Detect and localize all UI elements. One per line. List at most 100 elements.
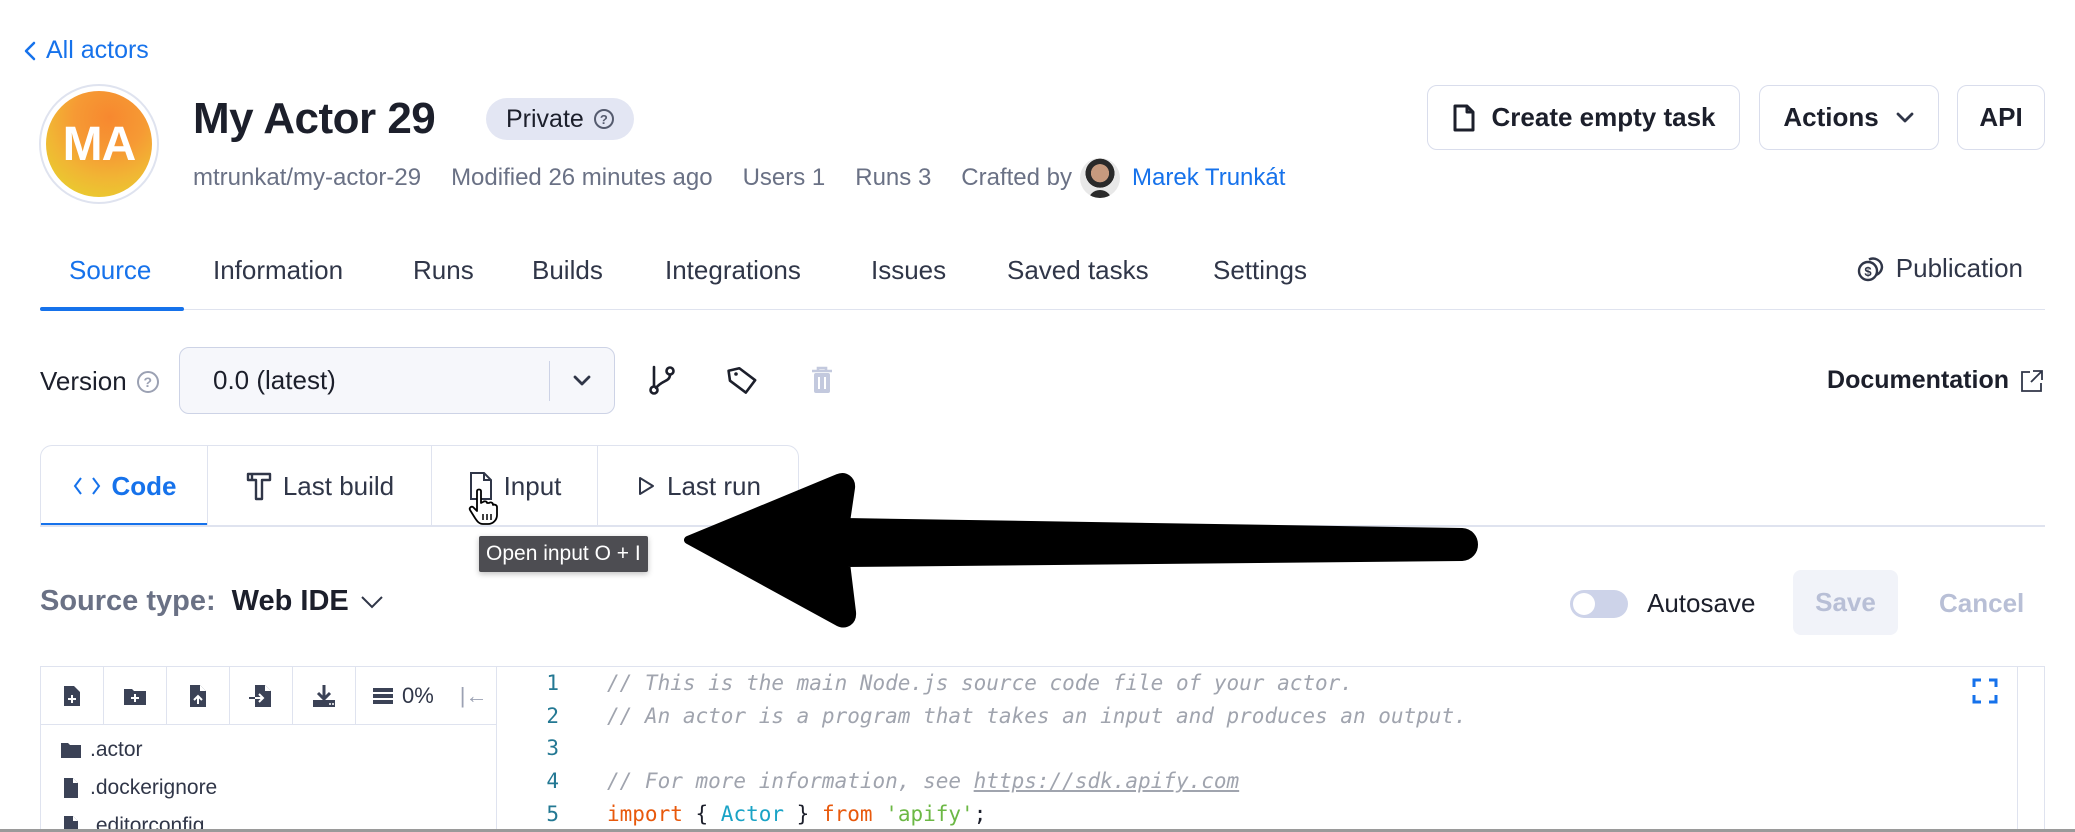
file-name: .actor (90, 738, 143, 761)
code-identifier: Actor (720, 802, 785, 826)
version-select-value: 0.0 (latest) (213, 365, 336, 395)
git-branch-icon[interactable] (642, 360, 682, 400)
back-to-all-actors-link[interactable]: All actors (22, 36, 149, 65)
tab-source[interactable]: Source (69, 255, 151, 286)
autosave-label: Autosave (1647, 588, 1756, 618)
code-keyword: import (607, 802, 683, 826)
trash-icon[interactable] (802, 360, 842, 400)
cancel-button[interactable]: Cancel (1939, 588, 2024, 619)
tab-integrations[interactable]: Integrations (665, 255, 801, 286)
autosave-toggle[interactable] (1570, 590, 1628, 618)
file-import-icon (249, 684, 271, 707)
main-tabs: Source Information Runs Builds Integrati… (40, 243, 2045, 311)
help-icon[interactable]: ? (593, 109, 614, 129)
author-link[interactable]: Marek Trunkát (1132, 164, 1285, 192)
create-empty-task-label: Create empty task (1491, 102, 1716, 132)
tag-icon[interactable] (722, 360, 762, 400)
collapse-panel-icon[interactable]: |← (460, 667, 488, 724)
source-type-label: Source type: (40, 585, 216, 617)
list-icon (373, 687, 393, 704)
save-button[interactable]: Save (1793, 570, 1898, 635)
version-label: Version ? (40, 366, 159, 397)
code-punctuation: } (784, 802, 822, 826)
progress-indicator: 0% (356, 667, 434, 724)
users-count: Users 1 (742, 164, 826, 191)
code-comment: // An actor is a program that takes an i… (607, 704, 1467, 728)
actor-slug: mtrunkat/my-actor-29 (193, 164, 422, 191)
new-file-button[interactable] (41, 667, 104, 724)
code-line: 4 // For more information, see https://s… (497, 765, 1239, 797)
file-icon (1453, 104, 1474, 131)
crafted-by-label: Crafted by (961, 164, 1073, 191)
api-label: API (1979, 102, 2023, 132)
api-button[interactable]: API (1957, 85, 2045, 150)
code-tab-last-build-label: Last build (282, 470, 395, 501)
code-comment: // This is the main Node.js source code … (607, 671, 1353, 695)
tab-settings[interactable]: Settings (1213, 255, 1307, 286)
version-select[interactable]: 0.0 (latest) (179, 347, 615, 414)
line-number: 3 (546, 736, 559, 760)
code-comment: // For more information, see (607, 769, 974, 793)
actor-title: My Actor 29 (193, 94, 436, 143)
version-help-icon[interactable]: ? (136, 370, 159, 393)
code-line: 3 (497, 732, 559, 764)
code-tab-code[interactable]: Code (41, 446, 208, 527)
hand-pointer-cursor-icon (468, 488, 498, 525)
file-icon (64, 778, 78, 798)
code-tab-input[interactable]: Input (432, 446, 598, 526)
file-list-item[interactable]: .actor (41, 731, 496, 769)
source-type-select[interactable]: Web IDE (232, 585, 349, 618)
version-label-text: Version (40, 366, 127, 396)
create-empty-task-button[interactable]: Create empty task (1427, 85, 1740, 150)
tab-runs[interactable]: Runs (413, 255, 474, 286)
line-number: 5 (546, 802, 559, 826)
file-list-item[interactable]: .dockerignore (41, 769, 496, 807)
code-line: 1 // This is the main Node.js source cod… (497, 667, 1353, 699)
file-list: .actor .dockerignore .editorconfig (41, 725, 496, 832)
upload-file-button[interactable] (167, 667, 230, 724)
chevron-left-icon (24, 41, 36, 60)
code-string: 'apify' (885, 802, 974, 826)
active-tab-indicator (40, 307, 184, 311)
actor-avatar: MA (39, 84, 159, 204)
tab-builds[interactable]: Builds (532, 255, 603, 286)
play-icon (639, 477, 655, 495)
documentation-link[interactable]: Documentation (1827, 366, 2045, 395)
code-url-link[interactable]: https://sdk.apify.com (974, 769, 1240, 793)
file-plus-icon (64, 685, 80, 706)
runs-count: Runs 3 (855, 164, 932, 191)
code-tab-code-label: Code (111, 470, 177, 501)
download-button[interactable] (293, 667, 356, 724)
publication-tab[interactable]: $ Publication (1856, 253, 2023, 284)
file-panel: 0% |← .actor .dockerignore .editorconfig (40, 666, 497, 832)
chevron-down-icon (1896, 112, 1914, 122)
code-tab-last-run[interactable]: Last run (598, 446, 798, 526)
visibility-badge: Private ? (486, 98, 634, 140)
import-file-button[interactable] (230, 667, 293, 724)
chevron-down-icon[interactable] (359, 594, 385, 610)
code-tabs-divider (40, 525, 2045, 527)
editor-scrollbar[interactable] (2018, 666, 2045, 832)
coins-dollar-icon: $ (1857, 256, 1883, 281)
actor-avatar-initials: MA (46, 91, 152, 197)
code-editor[interactable]: 1 // This is the main Node.js source cod… (497, 666, 2018, 832)
file-upload-icon (190, 684, 206, 707)
fullscreen-icon[interactable] (1972, 678, 1998, 704)
code-tab-input-label: Input (503, 470, 562, 501)
actions-dropdown-button[interactable]: Actions (1759, 85, 1939, 150)
publication-label: Publication (1895, 253, 2023, 283)
line-number: 1 (546, 671, 559, 695)
tab-information[interactable]: Information (213, 255, 343, 286)
code-punctuation: { (682, 802, 721, 826)
new-folder-button[interactable] (104, 667, 167, 724)
tab-saved-tasks[interactable]: Saved tasks (1007, 255, 1149, 286)
external-link-icon (2021, 369, 2043, 392)
folder-icon (61, 743, 81, 758)
download-icon (313, 684, 335, 707)
author-avatar (1080, 158, 1121, 198)
source-type-row: Source type: Web IDE (40, 585, 385, 618)
code-brackets-icon (73, 477, 100, 495)
folder-plus-icon (124, 688, 146, 705)
tab-issues[interactable]: Issues (871, 255, 946, 286)
code-tab-last-build[interactable]: Last build (208, 446, 432, 526)
